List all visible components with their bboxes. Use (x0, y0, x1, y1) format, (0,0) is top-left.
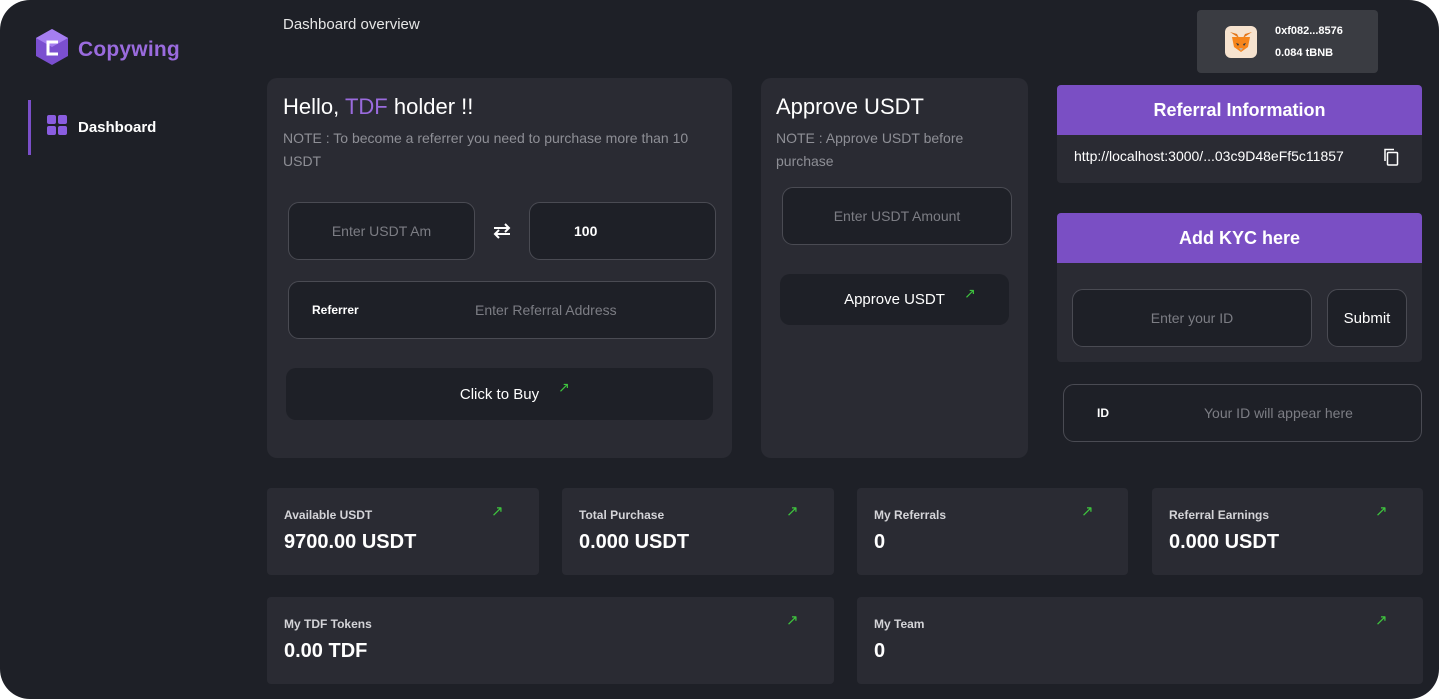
referrer-label: Referrer (312, 303, 359, 317)
stat-value: 0.000 USDT (579, 531, 690, 553)
arrow-up-right-icon: ↗ (1375, 612, 1388, 629)
approve-card-title: Approve USDT (776, 94, 924, 119)
buy-card: Hello, TDF holder !! NOTE : To become a … (267, 78, 732, 458)
token-amount-input[interactable]: 100 (529, 202, 716, 260)
greeting-token: TDF (344, 94, 388, 119)
brand-logo[interactable]: Copywing (34, 28, 180, 71)
arrow-up-right-icon: ↗ (786, 612, 799, 629)
wallet-address: 0xf082...8576 (1275, 24, 1343, 37)
usdt-amount-input[interactable]: Enter USDT Am (288, 202, 475, 260)
stat-card-total-purchase: Total Purchase 0.000 USDT ↗ (562, 488, 834, 575)
copy-icon[interactable] (1383, 148, 1399, 171)
stat-label: Available USDT (284, 508, 373, 522)
arrow-up-right-icon: ↗ (1375, 503, 1388, 520)
referral-address-input[interactable]: Referrer Enter Referral Address (288, 281, 716, 339)
id-label: ID (1097, 406, 1109, 420)
kyc-card: Add KYC here Enter your ID Submit (1057, 213, 1422, 362)
swap-icon[interactable] (491, 223, 513, 244)
approve-note: NOTE : Approve USDT before purchase (776, 130, 964, 169)
arrow-up-right-icon: ↗ (491, 503, 504, 520)
stat-card-my-team: My Team 0 ↗ (857, 597, 1423, 684)
greeting-suffix: holder !! (393, 94, 474, 119)
referral-info-title: Referral Information (1057, 85, 1422, 135)
stat-card-my-tdf-tokens: My TDF Tokens 0.00 TDF ↗ (267, 597, 834, 684)
approve-amount-input[interactable]: Enter USDT Amount (782, 187, 1012, 245)
stat-label: My Team (874, 617, 925, 631)
approve-card: Approve USDT NOTE : Approve USDT before … (761, 78, 1028, 458)
arrow-up-right-icon: ↗ (964, 285, 976, 301)
buy-card-title: Hello, TDF holder !! (283, 94, 473, 120)
stat-value: 0.000 USDT (1169, 531, 1280, 553)
kyc-submit-button[interactable]: Submit (1327, 289, 1407, 347)
buy-button-label: Click to Buy (459, 385, 540, 403)
arrow-up-right-icon: ↗ (786, 503, 799, 520)
stat-value: 0 (874, 531, 886, 553)
stat-card-available-usdt: Available USDT 9700.00 USDT ↗ (267, 488, 539, 575)
stat-value: 9700.00 USDT (284, 531, 417, 553)
stat-card-referral-earnings: Referral Earnings 0.000 USDT ↗ (1152, 488, 1423, 575)
arrow-up-right-icon: ↗ (558, 379, 570, 395)
referral-link: http://localhost:3000/...03c9D48eFf5c118… (1074, 148, 1344, 164)
approve-button[interactable]: Approve USDT ↗ (780, 274, 1009, 325)
stat-label: Referral Earnings (1169, 508, 1270, 522)
metamask-fox-icon (1225, 25, 1257, 58)
referral-address-placeholder: Enter Referral Address (475, 302, 617, 318)
stat-value: 0 (874, 640, 886, 662)
id-display-placeholder: Your ID will appear here (1204, 405, 1353, 421)
greeting-prefix: Hello, (283, 94, 340, 119)
sidebar-item-label: Dashboard (78, 119, 157, 136)
stat-label: Total Purchase (579, 508, 665, 522)
sidebar-item-dashboard[interactable]: Dashboard (28, 100, 228, 155)
approve-button-label: Approve USDT (844, 291, 945, 308)
kyc-id-display: ID Your ID will appear here (1063, 384, 1422, 442)
arrow-up-right-icon: ↗ (1081, 503, 1094, 520)
buy-note: NOTE : To become a referrer you need to … (283, 130, 689, 169)
stat-label: My Referrals (874, 508, 947, 522)
grid-icon (47, 115, 67, 140)
buy-button[interactable]: Click to Buy ↗ (286, 368, 713, 420)
kyc-id-input[interactable]: Enter your ID (1072, 289, 1312, 347)
referral-info-card: Referral Information http://localhost:30… (1057, 85, 1422, 183)
kyc-title: Add KYC here (1057, 213, 1422, 263)
copywing-logo-icon (34, 28, 70, 71)
stat-label: My TDF Tokens (284, 617, 372, 631)
stat-value: 0.00 TDF (284, 640, 368, 662)
brand-name: Copywing (78, 37, 180, 61)
wallet-button[interactable]: 0xf082...8576 0.084 tBNB (1197, 10, 1378, 73)
stat-card-my-referrals: My Referrals 0 ↗ (857, 488, 1128, 575)
app-window: Copywing Dashboard Dashboard overview 0x… (0, 0, 1439, 699)
wallet-balance: 0.084 tBNB (1275, 46, 1334, 59)
page-title: Dashboard overview (283, 16, 420, 33)
